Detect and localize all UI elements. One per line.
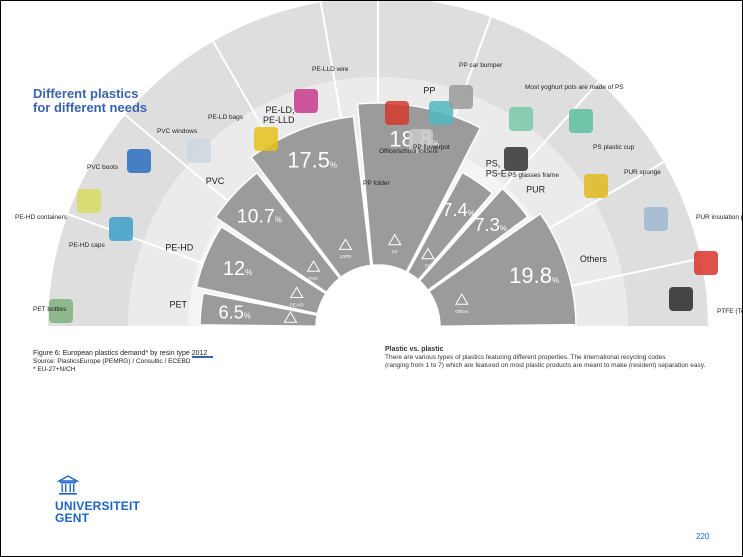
category-label-line: PS-E: [486, 169, 507, 179]
building-icon: [57, 475, 79, 495]
use-illustration: [449, 85, 473, 109]
note-line2: (ranging from 1 to 7) which are featured…: [385, 362, 706, 369]
recycle-code-label: PET: [286, 327, 295, 332]
category-label: PE-HD: [165, 242, 194, 252]
use-label: PE-HD containers: [15, 214, 68, 221]
recycle-code-label: PVC: [309, 276, 319, 281]
sector-value-unit: %: [552, 276, 559, 285]
chart-title-line1: Different plastics: [33, 86, 139, 101]
use-label: PP car bumper: [459, 62, 503, 69]
use-label: PE-LD bags: [208, 114, 244, 121]
category-label: PP: [423, 85, 435, 95]
recycle-code-label: LDPE: [340, 254, 352, 259]
use-illustration: [504, 147, 528, 171]
chart-title: Different plastics for different needs: [33, 87, 147, 115]
category-label: PE-LD, PE-LLD: [263, 105, 295, 125]
sector-value-unit: %: [330, 161, 337, 170]
use-label: PE-LLD wire: [312, 66, 349, 73]
recycle-code-label: PP: [392, 250, 398, 255]
use-label: PVC windows: [157, 128, 198, 135]
use-label: PVC boots: [87, 164, 119, 171]
use-label: Most yoghurt pots are made of PS: [525, 84, 624, 91]
sector-value-unit: %: [275, 216, 282, 225]
use-illustration: [694, 251, 718, 275]
page-number: 220: [696, 532, 710, 541]
note-heading: Plastic vs. plastic: [385, 346, 444, 353]
caption-line1: Figure 6: European plastics demand* by r…: [33, 350, 208, 357]
logo-line2: GENT: [55, 511, 90, 525]
use-label: PET bottles: [33, 306, 67, 313]
use-illustration: [584, 174, 608, 198]
use-illustration: [127, 149, 151, 173]
use-illustration: [187, 139, 211, 163]
sector-value-label: 19.8%: [509, 263, 559, 288]
use-illustration: [569, 109, 593, 133]
figure-caption: Figure 6: European plastics demand* by r…: [33, 350, 207, 374]
plastics-demand-chart: 6.5%12%10.7%17.5%18.8%7.4%7.3%19.8% PETP…: [15, 1, 742, 332]
use-illustration: [669, 287, 693, 311]
use-label: PS plastic cup: [593, 144, 635, 151]
recycling-note: Plastic vs. plastic There are various ty…: [385, 346, 740, 370]
university-logo: UNIVERSITEIT GENT: [55, 475, 140, 524]
sector-value-unit: %: [244, 311, 251, 320]
use-label: PP folder: [363, 180, 390, 187]
use-illustration: [294, 89, 318, 113]
category-label: Others: [580, 254, 608, 264]
category-label: PVC: [206, 176, 225, 186]
use-illustration: [385, 101, 409, 125]
caption-underline: [192, 356, 213, 358]
chart-title-line2: for different needs: [33, 100, 148, 115]
use-illustration: [254, 127, 278, 151]
use-label: PUR sponge: [624, 169, 661, 176]
sector-value-label: 17.5%: [287, 148, 337, 173]
caption-line2: Source: PlasticsEurope (PEMRG) / Consult…: [33, 358, 191, 365]
slide: { "title_line1": "Different plastics", "…: [0, 0, 743, 557]
use-illustration: [644, 207, 668, 231]
use-label: PS glasses frame: [508, 172, 559, 179]
use-illustration: [109, 217, 133, 241]
caption-line3: * EU-27+N/CH: [33, 366, 76, 373]
category-label: PET: [169, 299, 187, 309]
category-label-line: PE-LLD: [263, 115, 295, 125]
category-label-line: PS,: [486, 159, 501, 169]
sector-value-unit: %: [500, 224, 507, 233]
category-label: PUR: [526, 185, 546, 195]
use-illustration: [77, 189, 101, 213]
sector-value-unit: %: [245, 268, 252, 277]
note-line1: There are various types of plastics feat…: [385, 354, 666, 361]
use-label: PE-HD caps: [69, 242, 106, 249]
recycle-code-label: PS: [425, 264, 431, 269]
use-label: PTFE (Teflon) frying pan: [717, 308, 742, 315]
use-label: PP flowerpot: [413, 144, 450, 151]
category-label-line: PE-LD,: [265, 105, 294, 115]
use-label: PUR insulation panels: [696, 214, 742, 221]
recycle-code-label: PE-HD: [290, 302, 305, 307]
recycle-code-label: Others: [455, 309, 469, 314]
use-illustration: [509, 107, 533, 131]
